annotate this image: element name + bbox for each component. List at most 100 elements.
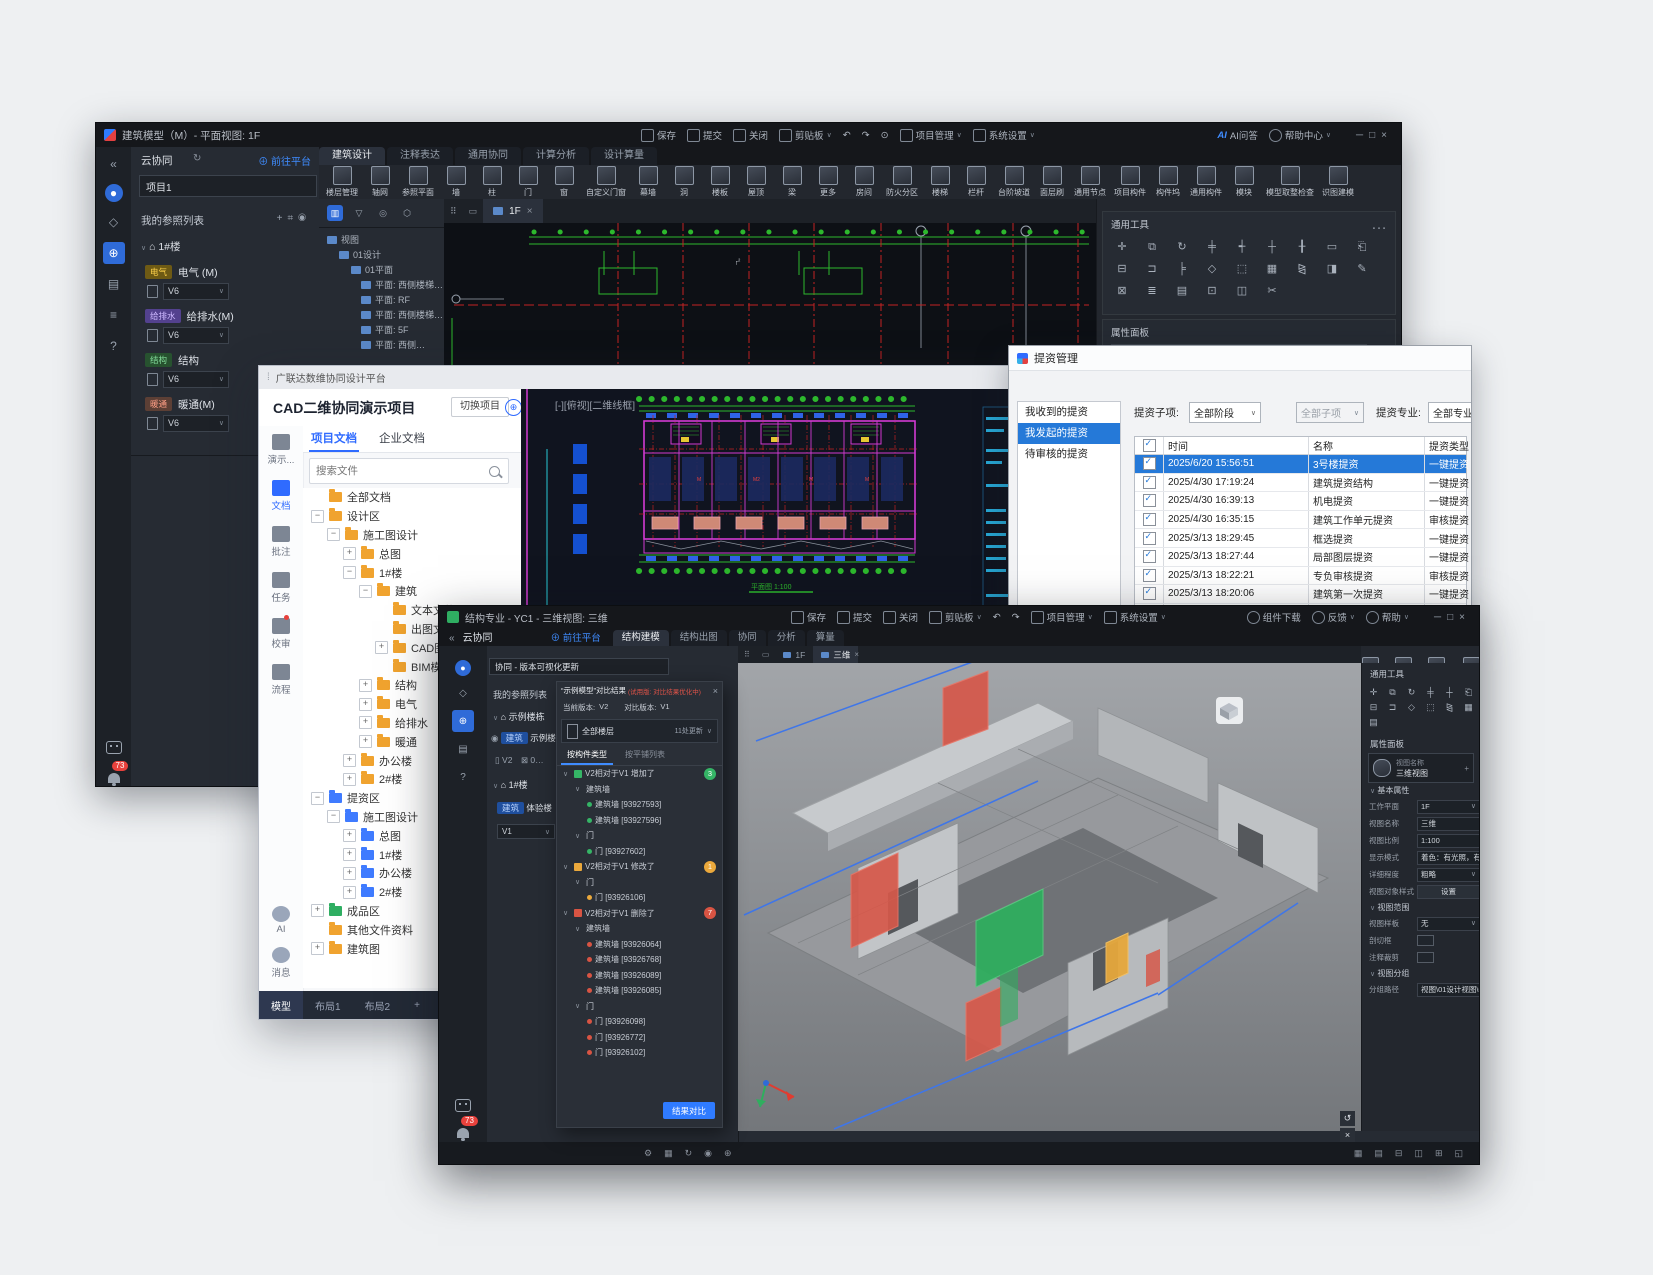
- close-panel-icon[interactable]: ×: [713, 686, 718, 696]
- file-tree-item[interactable]: − 建筑: [303, 582, 521, 601]
- property-row[interactable]: 视图名称 三维: [1362, 815, 1480, 832]
- row-checkbox[interactable]: [1143, 494, 1156, 507]
- feedback-button[interactable]: 反馈∨: [1312, 610, 1355, 624]
- file-tree-item[interactable]: − 施工图设计: [303, 526, 521, 545]
- copy-tool-icon[interactable]: ⧉: [1387, 687, 1398, 698]
- status-grid-icon[interactable]: ▦: [664, 1148, 673, 1159]
- w4-3d-viewport[interactable]: ↺ ×: [738, 663, 1361, 1131]
- link-references-icon[interactable]: ⊕: [103, 242, 125, 264]
- expander-icon[interactable]: +: [311, 904, 324, 917]
- mirror-tool-icon[interactable]: ⧎: [1444, 702, 1455, 713]
- table-row[interactable]: 2025/4/30 17:19:24 建筑提资结构 一键提资: [1135, 474, 1466, 493]
- property-value[interactable]: 设置: [1417, 885, 1480, 899]
- doc-tab[interactable]: 企业文档: [377, 426, 427, 452]
- property-value[interactable]: 1:100: [1417, 834, 1480, 848]
- ribbon-tab[interactable]: 通用协同: [455, 147, 521, 165]
- version-select[interactable]: V6∨: [163, 327, 229, 344]
- switch-project-button[interactable]: 切换项目: [451, 397, 509, 417]
- pick-tool-icon[interactable]: ✎: [1354, 261, 1370, 277]
- collapse-sidebar-icon[interactable]: «: [449, 633, 455, 644]
- paint-tool-icon[interactable]: ◫: [1234, 283, 1250, 299]
- compare-tree-item[interactable]: 门 [93926772]: [557, 1030, 722, 1046]
- rail-bottom-item[interactable]: AI: [259, 906, 303, 935]
- user-avatar[interactable]: ●: [105, 184, 123, 202]
- doc-tab[interactable]: 项目文档: [309, 426, 359, 452]
- search-input[interactable]: [310, 465, 489, 477]
- group-ref[interactable]: 建筑 体验楼: [497, 802, 552, 814]
- group-node[interactable]: ∨ ⌂ 示例楼栋: [493, 710, 545, 723]
- close-tab-icon[interactable]: ×: [854, 650, 859, 659]
- grid-handle-icon[interactable]: ⠿: [744, 650, 750, 659]
- property-row[interactable]: 视图对象样式 设置: [1362, 883, 1480, 900]
- path-tool-icon[interactable]: ◇: [1406, 702, 1417, 713]
- ribbon-button[interactable]: 模型取整检查: [1263, 166, 1317, 198]
- system-settings-button[interactable]: 系统设置∨: [1104, 610, 1166, 624]
- ribbon-button[interactable]: 房间: [847, 166, 881, 198]
- ribbon-button[interactable]: 面层刷: [1035, 166, 1069, 198]
- undo-button[interactable]: ↶: [843, 130, 851, 141]
- extend-tool-icon[interactable]: ┼: [1444, 687, 1455, 698]
- property-row[interactable]: 注释裁剪: [1362, 949, 1480, 966]
- ruler-tool-icon[interactable]: ▤: [1174, 283, 1190, 299]
- rail-item[interactable]: 校审: [259, 618, 303, 650]
- nav-item[interactable]: 待审核的提资: [1018, 444, 1120, 465]
- submit-button[interactable]: 提交: [837, 610, 872, 624]
- snap-frame-icon[interactable]: ◫: [1414, 1148, 1423, 1159]
- nav-item[interactable]: 我收到的提资: [1018, 402, 1120, 423]
- expander-icon[interactable]: +: [311, 942, 324, 955]
- compare-tree-item[interactable]: ∨ 建筑墙: [557, 921, 722, 937]
- grid-handle-icon[interactable]: ⠿: [450, 206, 457, 217]
- snap-link-icon[interactable]: ⊟: [1395, 1148, 1403, 1159]
- property-row[interactable]: 工作平面 1F: [1362, 798, 1480, 815]
- trim-tool-icon[interactable]: ╪: [1425, 687, 1436, 698]
- property-value[interactable]: [1417, 952, 1434, 963]
- compare-tree-item[interactable]: 建筑墙 [93926089]: [557, 968, 722, 984]
- extend-tool-icon[interactable]: ┼: [1264, 239, 1280, 255]
- ribbon-button[interactable]: 通用构件: [1187, 166, 1225, 198]
- subitem-select[interactable]: 全部子项∨: [1296, 402, 1364, 423]
- ruler-tool-icon[interactable]: ▤: [1368, 717, 1379, 728]
- rail-item[interactable]: 文档: [259, 480, 303, 512]
- ribbon-button[interactable]: 轴网: [363, 166, 397, 198]
- help-center-button[interactable]: 帮助中心∨: [1269, 128, 1331, 142]
- expander-icon[interactable]: +: [343, 829, 356, 842]
- new-view-icon[interactable]: ▭: [469, 206, 478, 217]
- help-button[interactable]: 帮助∨: [1366, 610, 1409, 624]
- join-tool-icon[interactable]: ⊐: [1387, 702, 1398, 713]
- floor-filter-bar[interactable]: 全部楼层 11处更新 ∨: [561, 719, 718, 743]
- ribbon-tab[interactable]: 建筑设计: [319, 147, 385, 165]
- ribbon-tab[interactable]: 结构建模: [613, 630, 669, 646]
- property-row[interactable]: 视图比例 1:100: [1362, 832, 1480, 849]
- close-overlay-icon[interactable]: ×: [1340, 1128, 1355, 1143]
- expander-icon[interactable]: −: [311, 510, 324, 523]
- status-search-icon[interactable]: ⊕: [724, 1148, 732, 1159]
- compare-tree-item[interactable]: 建筑墙 [93926085]: [557, 983, 722, 999]
- expander-icon[interactable]: +: [359, 735, 372, 748]
- maximize-button[interactable]: □: [1447, 612, 1459, 623]
- property-row[interactable]: 剖切框: [1362, 932, 1480, 949]
- compare-tree-item[interactable]: ∨ V2相对于V1 删除了 7: [557, 906, 722, 922]
- property-row[interactable]: 视图样板 无: [1362, 915, 1480, 932]
- expander-icon[interactable]: +: [343, 886, 356, 899]
- ribbon-button[interactable]: 柱: [475, 166, 509, 198]
- link-references-icon[interactable]: ⊕: [452, 710, 474, 732]
- layout-columns-icon[interactable]: ▥: [327, 205, 343, 221]
- property-row[interactable]: 详细程度 粗略: [1362, 866, 1480, 883]
- stage-select[interactable]: 全部阶段∨: [1189, 402, 1261, 423]
- offset-tool-icon[interactable]: ⎗: [1463, 687, 1474, 698]
- locate-icon[interactable]: ◎: [375, 205, 391, 221]
- submit-button[interactable]: 提交: [687, 128, 722, 142]
- move-tool-icon[interactable]: ✛: [1114, 239, 1130, 255]
- component-download-button[interactable]: 组件下载: [1247, 610, 1301, 624]
- reference-list-actions[interactable]: +⌗◉: [277, 213, 311, 224]
- project-manage-button[interactable]: 项目管理∨: [1031, 610, 1093, 624]
- version-select[interactable]: V6∨: [163, 371, 229, 388]
- align-tool-icon[interactable]: ⊟: [1114, 261, 1130, 277]
- nav-item[interactable]: 我发起的提资: [1018, 423, 1120, 444]
- chevron-down-icon[interactable]: ∨: [575, 925, 583, 933]
- grid-tool-icon[interactable]: ▦: [1463, 702, 1474, 713]
- rail-item[interactable]: 流程: [259, 664, 303, 696]
- trim-tool-icon[interactable]: ╪: [1204, 239, 1220, 255]
- status-eye-icon[interactable]: ◉: [704, 1148, 712, 1159]
- close-button[interactable]: ×: [1381, 130, 1393, 141]
